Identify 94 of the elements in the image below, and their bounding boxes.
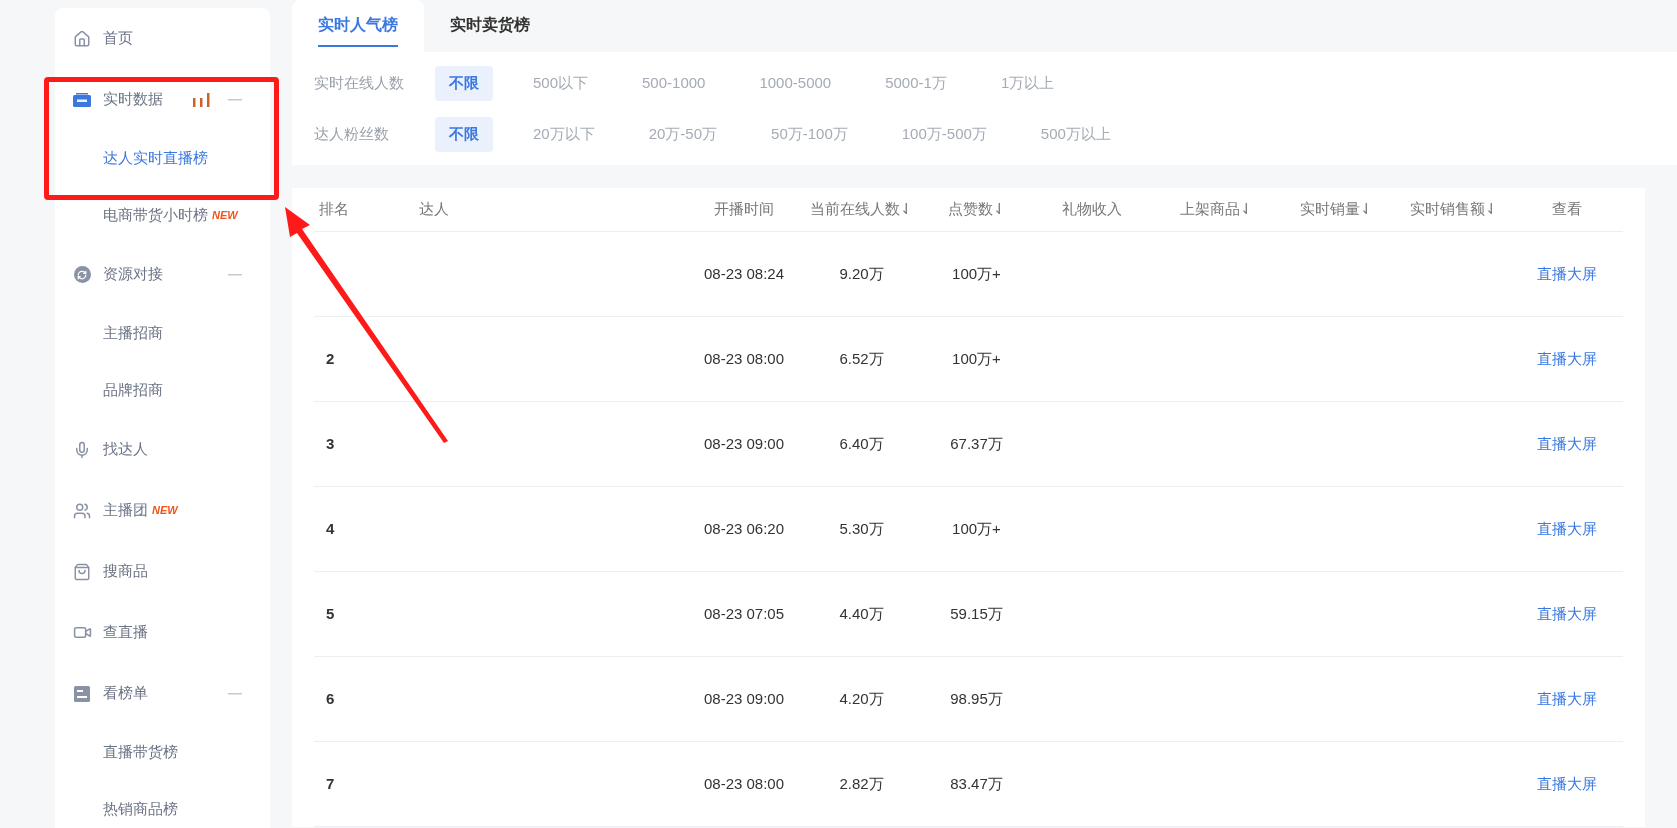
filter-label: 达人粉丝数 <box>314 123 390 144</box>
table-cell-text: 7 <box>325 773 336 794</box>
column-header: 查看 <box>1550 199 1583 220</box>
table-cell-text: 08-23 06:20 <box>702 518 786 539</box>
sidebar-subitem[interactable]: 品牌招商 <box>55 362 270 419</box>
filter-option[interactable]: 100万-500万 <box>887 116 1001 152</box>
collapse-icon[interactable] <box>228 692 242 695</box>
sidebar-subitem[interactable]: 电商带货小时榜 NEW <box>55 187 270 244</box>
table-cell-text: 08-23 09:00 <box>702 433 786 454</box>
new-label: NEW <box>152 503 178 519</box>
new-label: NEW <box>212 208 238 224</box>
table-cell-text: 67.37万 <box>949 433 1004 454</box>
live-screen-link[interactable]: 直播大屏 <box>1536 772 1597 796</box>
microphone-icon <box>73 440 91 459</box>
sidebar-item[interactable]: 搜商品 <box>55 541 270 602</box>
sidebar-item[interactable]: 查直播 <box>55 602 270 663</box>
sidebar-label: 找达人 <box>103 439 148 460</box>
column-header: 点赞数⇃ <box>946 199 1007 220</box>
table-cell-text: 6.52万 <box>838 348 885 369</box>
sidebar-item[interactable]: 主播团 NEW <box>55 480 270 541</box>
table-cell-text: 6 <box>325 688 336 709</box>
filter-option[interactable]: 500万以上 <box>1026 116 1125 152</box>
table-cell-text: 9.20万 <box>838 263 885 284</box>
bag-icon <box>73 562 91 581</box>
filter-option[interactable]: 不限 <box>435 116 493 152</box>
table-cell-text: 6.40万 <box>838 433 885 454</box>
sidebar-label: 资源对接 <box>103 264 163 285</box>
list-icon <box>74 685 90 702</box>
table-cell-text: 08-23 09:00 <box>702 688 786 709</box>
table-cell-text: 98.95万 <box>949 688 1004 709</box>
filter-label: 实时在线人数 <box>314 72 405 93</box>
filter-option[interactable]: 不限 <box>435 65 493 101</box>
filter-option[interactable]: 50万-100万 <box>757 116 862 152</box>
sidebar-item[interactable]: 找达人 <box>55 419 270 480</box>
filter-option[interactable]: 1000-5000 <box>745 65 846 101</box>
sidebar-item[interactable]: 实时数据 <box>55 69 270 130</box>
column-header: 礼物收入 <box>1060 199 1123 220</box>
table-cell-text: 4.40万 <box>838 603 885 624</box>
sidebar-label: 首页 <box>103 28 133 49</box>
sidebar-label: 看榜单 <box>103 683 148 704</box>
column-header: 开播时间 <box>713 199 775 220</box>
tab[interactable]: 实时人气榜 <box>292 0 424 52</box>
table-cell-text: 08-23 08:00 <box>702 348 786 369</box>
table-cell-text: 2 <box>325 348 336 369</box>
sidebar-label: 主播团 <box>103 500 148 521</box>
sidebar-item[interactable]: 首页 <box>55 8 270 69</box>
table-cell-text: 08-23 08:24 <box>702 263 786 284</box>
table-cell-text: 100万+ <box>951 518 1002 539</box>
filter-option[interactable]: 5000-1万 <box>871 65 961 101</box>
sidebar-item[interactable]: 看榜单 <box>55 663 270 724</box>
live-screen-link[interactable]: 直播大屏 <box>1536 262 1597 286</box>
tab[interactable]: 实时卖货榜 <box>424 0 556 52</box>
sidebar-subitem[interactable]: 热销商品榜 <box>55 781 270 828</box>
sidebar-label: 搜商品 <box>103 561 148 582</box>
home-icon <box>73 29 91 48</box>
table-cell-text: 08-23 07:05 <box>702 603 786 624</box>
table-cell-text: 100万+ <box>951 263 1002 284</box>
table-cell-text: 100万+ <box>951 348 1002 369</box>
users-icon <box>73 501 91 520</box>
sidebar-item[interactable]: 资源对接 <box>55 244 270 305</box>
live-screen-link[interactable]: 直播大屏 <box>1536 517 1597 541</box>
table-cell-text: 83.47万 <box>949 773 1004 794</box>
sidebar-label: 查直播 <box>103 622 148 643</box>
table-cell-text: 2.82万 <box>838 773 885 794</box>
column-header: 实时销量⇃ <box>1299 199 1374 220</box>
table-cell-text: 4 <box>325 518 336 539</box>
filter-option[interactable]: 20万-50万 <box>634 116 732 152</box>
column-header: 排名 <box>318 199 350 220</box>
sidebar-subitem[interactable]: 主播招商 <box>55 305 270 362</box>
table-cell-text: 08-23 08:00 <box>702 773 786 794</box>
filter-option[interactable]: 500-1000 <box>628 65 720 101</box>
live-screen-link[interactable]: 直播大屏 <box>1536 347 1597 371</box>
live-icon <box>73 92 91 107</box>
live-screen-link[interactable]: 直播大屏 <box>1536 432 1597 456</box>
filter-option[interactable]: 500以下 <box>519 65 603 101</box>
collapse-icon[interactable] <box>228 98 242 101</box>
sidebar-subitem[interactable]: 直播带货榜 <box>55 724 270 781</box>
sidebar-subitem[interactable]: 达人实时直播榜 <box>55 130 270 187</box>
collapse-icon[interactable] <box>228 273 242 276</box>
live-screen-link[interactable]: 直播大屏 <box>1536 687 1597 711</box>
sidebar-label: 实时数据 <box>103 89 163 110</box>
column-header: 上架商品⇃ <box>1179 199 1254 220</box>
table-cell-text: 5.30万 <box>838 518 885 539</box>
table-cell-text: 3 <box>325 433 336 454</box>
filter-option[interactable]: 20万以下 <box>519 116 609 152</box>
live-screen-link[interactable]: 直播大屏 <box>1536 602 1597 626</box>
column-header: 当前在线人数⇃ <box>809 199 914 220</box>
column-header: 达人 <box>418 199 450 220</box>
refresh-icon <box>73 266 91 283</box>
table-cell-text: 5 <box>325 603 336 624</box>
table-cell-text: 59.15万 <box>949 603 1004 624</box>
column-header: 实时销售额⇃ <box>1409 199 1499 220</box>
table-cell-text: 4.20万 <box>838 688 885 709</box>
filter-option[interactable]: 1万以上 <box>986 65 1069 101</box>
